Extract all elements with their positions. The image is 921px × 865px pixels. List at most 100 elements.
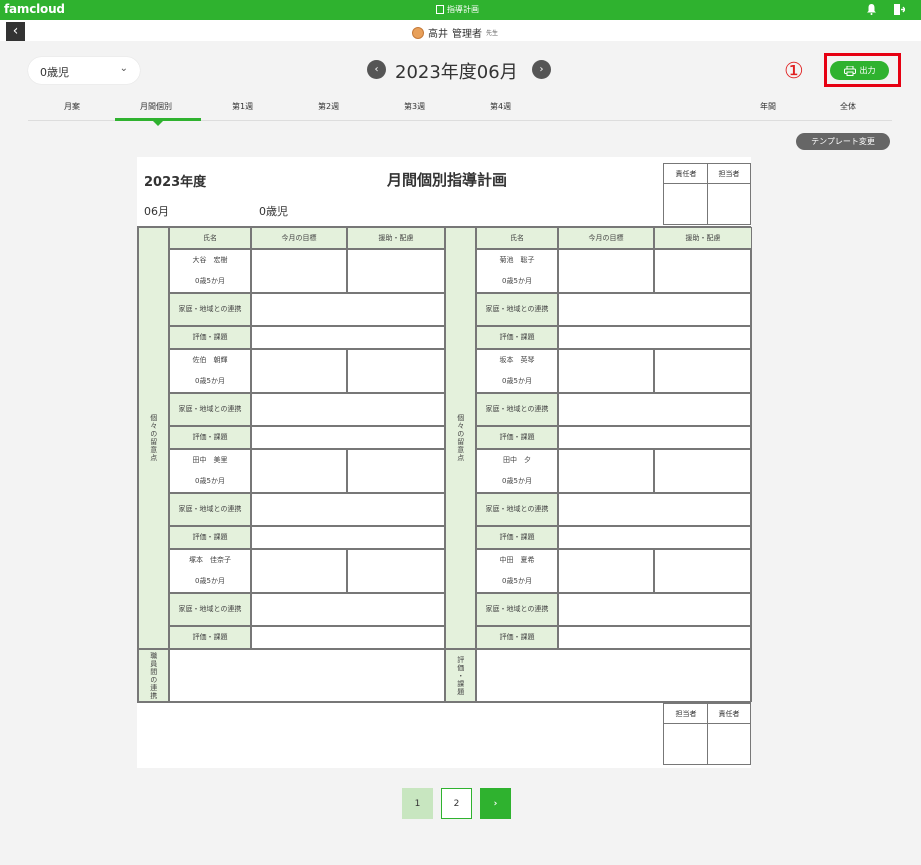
goal-cell <box>251 549 347 593</box>
support-cell <box>347 549 445 593</box>
eval-label: 評価・課題 <box>169 326 251 349</box>
goal-cell <box>558 349 654 393</box>
support-cell <box>347 449 445 493</box>
support-cell <box>347 349 445 393</box>
plan-grid: 個々の留意点 氏名 今月の目標 援助・配慮 大谷 宏樹 0歳5か月 家庭・地域との連携 評価・… <box>137 226 752 703</box>
column-header: 援助・配慮 <box>654 227 752 249</box>
column-header: 氏名 <box>476 227 558 249</box>
family-cell <box>251 293 445 326</box>
child-age: 0歳5か月 <box>195 377 225 386</box>
column-header: 援助・配慮 <box>347 227 445 249</box>
tab-monthly-plan[interactable]: 月案 <box>64 101 80 112</box>
active-tab-pointer <box>153 121 163 126</box>
tab-annual[interactable]: 年間 <box>760 101 776 112</box>
age-select[interactable]: 0歳児 ⌄ <box>28 57 140 84</box>
tab-week-3[interactable]: 第3週 <box>404 101 425 112</box>
family-label: 家庭・地域との連携 <box>476 493 558 526</box>
brand-logo: famcloud <box>4 2 65 16</box>
sign-header: 責任者 <box>664 164 708 184</box>
tab-week-1[interactable]: 第1週 <box>232 101 253 112</box>
child-name: 中田 夏希 <box>499 556 535 565</box>
child-name: 田中 夕 <box>503 456 531 465</box>
side-label: 個々の留意点 <box>138 227 169 649</box>
child-name: 佐伯 朝輝 <box>192 356 228 365</box>
document-year: 2023年度 <box>144 175 207 190</box>
month-navigator: ‹ 2023年度06月 › <box>367 58 553 83</box>
avatar <box>412 26 424 39</box>
eval-label: 評価・課題 <box>476 326 558 349</box>
prev-month-button[interactable]: ‹ <box>367 60 386 79</box>
tab-monthly-individual[interactable]: 月間個別 <box>140 101 172 112</box>
print-button-label: 出力 <box>859 66 876 75</box>
family-label: 家庭・地域との連携 <box>169 593 251 626</box>
tab-week-2[interactable]: 第2週 <box>318 101 339 112</box>
family-label: 家庭・地域との連携 <box>476 393 558 426</box>
support-cell <box>654 549 752 593</box>
document-icon <box>436 5 444 14</box>
family-cell <box>558 293 752 326</box>
bell-icon[interactable] <box>867 4 876 15</box>
screen-title: 指導計画 <box>436 4 479 15</box>
tab-week-4[interactable]: 第4週 <box>490 101 511 112</box>
eval-label: 評価・課題 <box>169 626 251 649</box>
eval-cell <box>251 326 445 349</box>
eval-cell <box>558 426 752 449</box>
bottom-sign-box: 担当者 責任者 <box>663 703 751 765</box>
sign-header: 担当者 <box>664 704 708 724</box>
user-suffix: 先生 <box>486 30 499 37</box>
annotation-marker: ① <box>784 59 804 84</box>
side-label: 個々の留意点 <box>445 227 476 649</box>
footer-cell <box>169 649 445 702</box>
print-button[interactable]: 出力 <box>830 61 889 80</box>
child-name: 塚本 佳奈子 <box>189 556 231 565</box>
column-header: 今月の目標 <box>558 227 654 249</box>
goal-cell <box>558 449 654 493</box>
printer-icon <box>843 65 856 76</box>
logout-icon[interactable] <box>894 4 905 15</box>
template-change-button[interactable]: テンプレート変更 <box>796 133 890 150</box>
child-age: 0歳5か月 <box>195 477 225 486</box>
family-label: 家庭・地域との連携 <box>169 393 251 426</box>
document-month: 06月 <box>144 205 169 218</box>
sign-header: 担当者 <box>708 164 750 184</box>
child-age: 0歳5か月 <box>502 377 532 386</box>
child-name: 坂本 英琴 <box>499 356 535 365</box>
child-age: 0歳5か月 <box>502 277 532 286</box>
page-button-1[interactable]: 1 <box>402 788 433 819</box>
eval-label: 評価・課題 <box>476 626 558 649</box>
chevron-down-icon: ⌄ <box>119 63 128 74</box>
support-cell <box>347 249 445 293</box>
eval-label: 評価・課題 <box>169 526 251 549</box>
column-header: 氏名 <box>169 227 251 249</box>
family-label: 家庭・地域との連携 <box>169 493 251 526</box>
back-button[interactable]: ‹ <box>6 22 25 41</box>
child-name-cell: 坂本 英琴 0歳5か月 <box>476 349 558 393</box>
goal-cell <box>251 249 347 293</box>
next-page-button[interactable]: › <box>480 788 511 819</box>
child-name-cell: 塚本 佳奈子 0歳5か月 <box>169 549 251 593</box>
age-select-value: 0歳児 <box>40 66 69 79</box>
eval-label: 評価・課題 <box>169 426 251 449</box>
child-name-cell: 田中 夕 0歳5か月 <box>476 449 558 493</box>
page-button-2[interactable]: 2 <box>441 788 472 819</box>
user-info: 高井 管理者 先生 <box>412 25 498 40</box>
month-label: 2023年度06月 <box>395 62 518 83</box>
child-name: 菊池 聡子 <box>499 256 535 265</box>
child-age: 0歳5か月 <box>195 277 225 286</box>
child-name-cell: 菊池 聡子 0歳5か月 <box>476 249 558 293</box>
family-cell <box>251 593 445 626</box>
eval-cell <box>558 326 752 349</box>
footer-label: 職員間の連携 <box>138 649 169 702</box>
family-cell <box>251 493 445 526</box>
plan-document: 2023年度 月間個別指導計画 06月 0歳児 責任者 担当者 個々の留意点 氏名… <box>137 157 752 768</box>
document-title: 月間個別指導計画 <box>387 171 508 189</box>
next-month-button[interactable]: › <box>532 60 551 79</box>
support-cell <box>654 249 752 293</box>
user-name: 高井 <box>428 29 448 40</box>
eval-cell <box>558 526 752 549</box>
top-sign-box: 責任者 担当者 <box>663 163 751 225</box>
child-name: 田中 美里 <box>192 456 228 465</box>
goal-cell <box>558 249 654 293</box>
tab-overall[interactable]: 全体 <box>840 101 856 112</box>
top-bar: famcloud 指導計画 <box>0 0 921 20</box>
